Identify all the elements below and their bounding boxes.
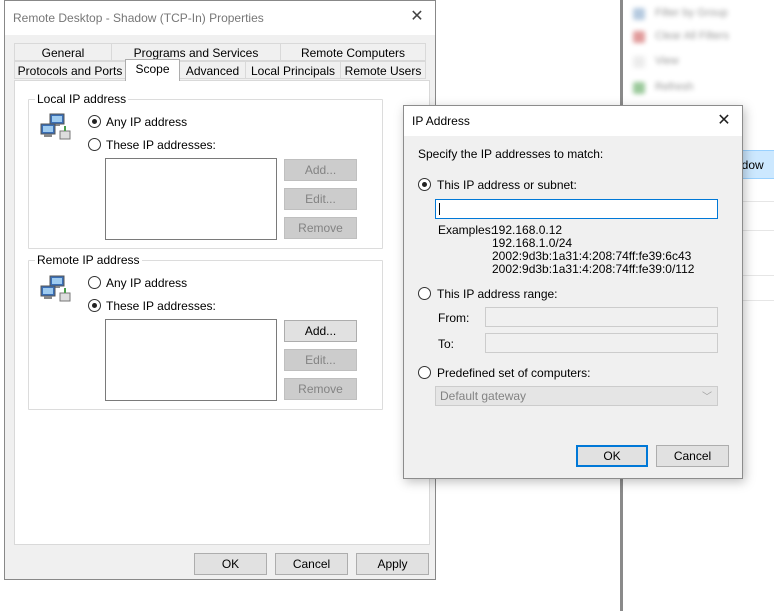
apply-button[interactable]: Apply (356, 553, 429, 575)
tab-remote-computers[interactable]: Remote Computers (280, 43, 426, 61)
network-computers-icon (40, 113, 71, 140)
properties-window: Remote Desktop - Shadow (TCP-In) Propert… (4, 0, 436, 580)
range-radio[interactable] (418, 287, 431, 300)
ip-address-dialog: IP Address ✕ Specify the IP addresses to… (403, 105, 743, 479)
local-any-ip-radio[interactable] (88, 115, 101, 128)
tab-advanced[interactable]: Advanced (179, 61, 246, 79)
local-ip-list[interactable] (105, 158, 277, 240)
tab-local-principals[interactable]: Local Principals (245, 61, 341, 79)
predefined-label: Predefined set of computers: (437, 366, 591, 380)
predefined-radio[interactable] (418, 366, 431, 379)
filter-icon (633, 8, 645, 20)
example-line: 192.168.0.12 (492, 223, 563, 237)
remote-remove-button[interactable]: Remove (284, 378, 357, 400)
ok-button[interactable]: OK (194, 553, 267, 575)
dialog-ok-button[interactable]: OK (576, 445, 648, 467)
dialog-cancel-button[interactable]: Cancel (656, 445, 729, 467)
from-label: From: (438, 311, 470, 325)
examples-label: Examples: (438, 223, 495, 237)
tab-protocols-and-ports[interactable]: Protocols and Ports (14, 61, 126, 79)
remote-these-ip-label: These IP addresses: (106, 299, 216, 313)
network-computers-icon (40, 275, 71, 302)
title-bar: Remote Desktop - Shadow (TCP-In) Propert… (5, 1, 435, 35)
local-these-ip-label: These IP addresses: (106, 138, 216, 152)
local-ip-legend: Local IP address (37, 92, 127, 106)
subnet-label: This IP address or subnet: (437, 178, 577, 192)
remote-these-ip-radio[interactable] (88, 299, 101, 312)
example-line: 2002:9d3b:1a31:4:208:74ff:fe39:0/112 (492, 262, 695, 276)
view-icon (633, 56, 645, 68)
scope-tab-page: Local IP address Any IP address These IP… (14, 80, 430, 545)
to-label: To: (438, 337, 455, 351)
example-line: 192.168.1.0/24 (492, 236, 573, 250)
text-caret (439, 203, 440, 215)
remote-add-button[interactable]: Add... (284, 320, 357, 342)
refresh-icon (633, 82, 645, 94)
dialog-title-bar: IP Address ✕ (404, 106, 742, 136)
window-title: Remote Desktop - Shadow (TCP-In) Propert… (13, 11, 264, 25)
subnet-radio[interactable] (418, 178, 431, 191)
cancel-button[interactable]: Cancel (275, 553, 348, 575)
predefined-select[interactable]: Default gateway ﹀ (435, 386, 718, 406)
remote-ip-list[interactable] (105, 319, 277, 401)
local-remove-button[interactable]: Remove (284, 217, 357, 239)
local-edit-button[interactable]: Edit... (284, 188, 357, 210)
range-from-input[interactable] (485, 307, 718, 327)
remote-any-ip-radio[interactable] (88, 276, 101, 289)
dialog-title: IP Address (412, 114, 470, 128)
range-label: This IP address range: (437, 287, 558, 301)
remote-any-ip-label: Any IP address (106, 276, 188, 290)
clear-filter-icon (633, 31, 645, 43)
tab-scope[interactable]: Scope (125, 59, 180, 81)
example-line: 2002:9d3b:1a31:4:208:74ff:fe39:6c43 (492, 249, 692, 263)
close-icon[interactable]: ✕ (407, 7, 427, 27)
tab-general[interactable]: General (14, 43, 112, 61)
local-add-button[interactable]: Add... (284, 159, 357, 181)
subnet-input[interactable] (435, 199, 718, 219)
local-any-ip-label: Any IP address (106, 115, 188, 129)
range-to-input[interactable] (485, 333, 718, 353)
local-these-ip-radio[interactable] (88, 138, 101, 151)
close-icon[interactable]: ✕ (714, 111, 734, 131)
remote-edit-button[interactable]: Edit... (284, 349, 357, 371)
remote-ip-legend: Remote IP address (37, 253, 140, 267)
chevron-down-icon: ﹀ (702, 392, 712, 403)
instruction-text: Specify the IP addresses to match: (418, 147, 604, 161)
tab-remote-users[interactable]: Remote Users (340, 61, 426, 79)
